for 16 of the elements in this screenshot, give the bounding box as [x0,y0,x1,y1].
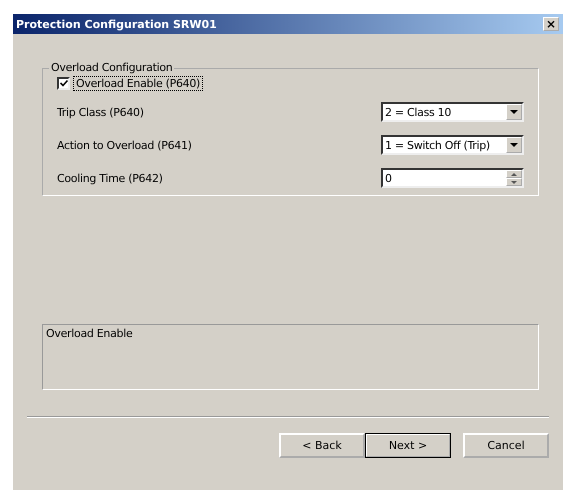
description-box: Overload Enable [42,324,539,390]
checkbox[interactable] [57,77,70,90]
group-title: Overload Configuration [49,61,174,74]
checkbox-label[interactable]: Overload Enable (P640) [74,77,202,90]
field-label: Action to Overload (P641) [57,138,192,152]
dialog-button[interactable]: Cancel [463,433,549,458]
dropdown[interactable]: 1 = Switch Off (Trip) [381,135,524,155]
spin-arrows-icon[interactable] [506,170,522,186]
field-label: Trip Class (P640) [57,106,144,118]
dialog-button[interactable]: < Back [279,433,365,458]
spinner-field[interactable]: 0 [381,168,524,188]
dialog-button[interactable]: Next > [365,433,451,458]
close-button[interactable]: × [543,17,559,31]
dropdown[interactable]: 2 = Class 10 [381,102,524,122]
field-label: Cooling Time (P642) [57,172,163,184]
window-title: Protection Configuration SRW01 [16,18,217,30]
